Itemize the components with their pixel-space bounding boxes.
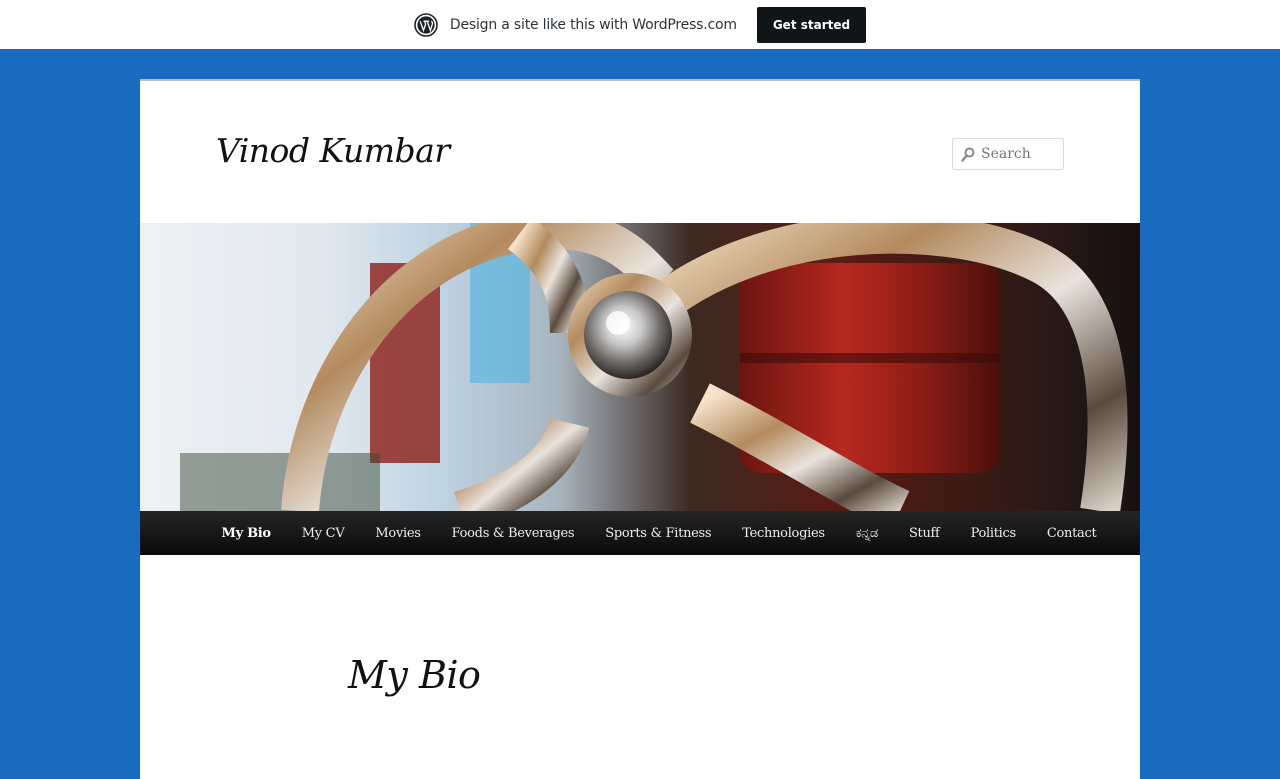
nav-item-technologies[interactable]: Technologies: [727, 526, 840, 541]
nav-item-stuff[interactable]: Stuff: [893, 526, 955, 541]
site-title[interactable]: Vinod Kumbar: [216, 131, 450, 170]
wordpress-promo-bar: Design a site like this with WordPress.c…: [0, 0, 1280, 49]
wordpress-logo-icon[interactable]: [414, 12, 438, 37]
search-input[interactable]: [981, 146, 1061, 162]
nav-item-sports-fitness[interactable]: Sports & Fitness: [590, 526, 727, 541]
promo-text: Design a site like this with WordPress.c…: [449, 16, 737, 33]
nav-item-movies[interactable]: Movies: [360, 526, 436, 541]
search-box[interactable]: [952, 138, 1064, 170]
get-started-button[interactable]: Get started: [756, 6, 867, 43]
nav-item-my-cv[interactable]: My CV: [286, 526, 360, 541]
nav-item-kannada[interactable]: ಕನ್ನಡ: [840, 526, 893, 541]
nav-item-contact[interactable]: Contact: [1031, 526, 1112, 541]
nav-item-politics[interactable]: Politics: [955, 526, 1031, 541]
nav-item-foods-beverages[interactable]: Foods & Beverages: [436, 526, 590, 541]
header-banner-image[interactable]: [140, 223, 1140, 511]
site-header: Vinod Kumbar: [140, 81, 1140, 223]
page-container: Vinod Kumbar Search My Bio My CV Movies …: [140, 79, 1140, 779]
nav-item-my-bio[interactable]: My Bio: [206, 526, 286, 541]
page-title: My Bio: [348, 653, 481, 697]
search-icon: [961, 147, 975, 162]
promo-content: Design a site like this with WordPress.c…: [414, 6, 867, 43]
main-navigation: My Bio My CV Movies Foods & Beverages Sp…: [140, 511, 1140, 555]
